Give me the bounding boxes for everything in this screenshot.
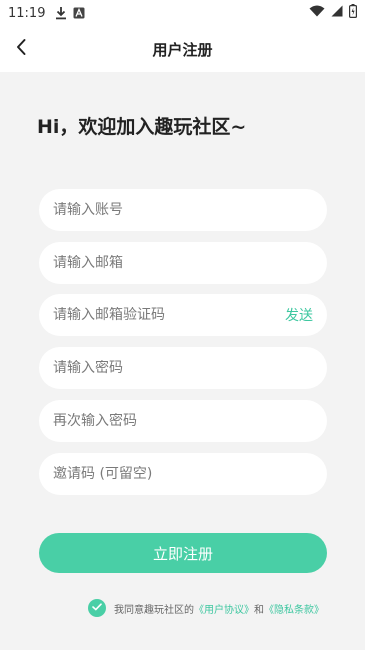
download-icon [55, 6, 67, 20]
welcome-heading: Hi，欢迎加入趣玩社区~ [37, 116, 247, 138]
back-button[interactable] [8, 36, 34, 62]
signal-icon [331, 5, 343, 21]
account-field[interactable] [39, 189, 327, 231]
account-input[interactable] [53, 202, 313, 218]
agreement-prefix: 我同意趣玩社区的 [114, 604, 194, 616]
password-confirm-input[interactable] [53, 413, 313, 429]
checkmark-icon [92, 602, 102, 614]
email-input[interactable] [53, 255, 313, 271]
app-a-icon [73, 7, 85, 19]
chevron-left-icon [15, 38, 27, 60]
invite-code-input[interactable] [53, 466, 313, 482]
agree-checkbox[interactable] [88, 599, 106, 617]
send-code-button[interactable]: 发送 [285, 305, 313, 325]
wifi-icon [309, 5, 325, 21]
status-time: 11:19 [8, 5, 46, 21]
email-code-field[interactable]: 发送 [39, 294, 327, 336]
user-agreement-link[interactable]: 《用户协议》 [194, 601, 254, 616]
register-button[interactable]: 立即注册 [39, 533, 327, 573]
password-field[interactable] [39, 347, 327, 389]
password-confirm-field[interactable] [39, 400, 327, 442]
agreement-and: 和 [254, 604, 264, 616]
battery-icon [349, 4, 358, 22]
privacy-link[interactable]: 《隐私条款》 [264, 601, 324, 616]
email-field[interactable] [39, 242, 327, 284]
invite-code-field[interactable] [39, 453, 327, 495]
email-code-input[interactable] [53, 307, 277, 323]
app-bar: 用户注册 [0, 26, 365, 72]
password-input[interactable] [53, 360, 313, 376]
status-right-icons [309, 4, 358, 22]
page-title: 用户注册 [152, 40, 213, 59]
status-bar: 11:19 [0, 0, 365, 26]
agreement-row: 我同意趣玩社区的 《用户协议》 和 《隐私条款》 [88, 598, 324, 618]
